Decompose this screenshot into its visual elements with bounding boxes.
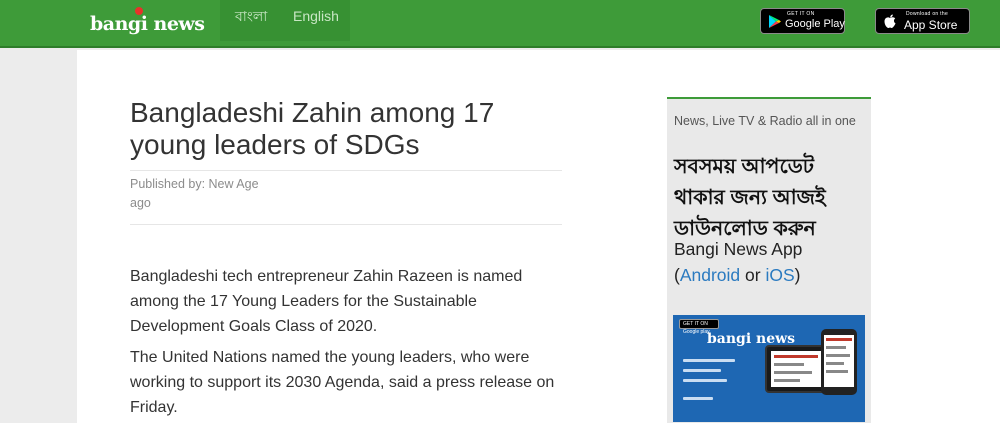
article-paragraph: The United Nations named the young leade… (130, 349, 555, 416)
title-divider (130, 170, 562, 171)
screen-row (826, 370, 848, 373)
tablet-screen (771, 351, 821, 387)
app-download-banner[interactable]: GET IT ON Google play bangi news (673, 315, 865, 422)
banner-google-play-badge: GET IT ON Google play (679, 319, 719, 335)
app-promo-sidebar: News, Live TV & Radio all in one সবসময় … (667, 97, 871, 423)
screen-row (826, 346, 846, 349)
logo-red-dot-icon (135, 7, 143, 15)
screen-row (826, 362, 844, 365)
language-english-link[interactable]: English (293, 0, 339, 41)
app-store-button[interactable]: Download on the App Store (875, 8, 970, 34)
byline-divider (130, 224, 562, 225)
google-play-big-text: Google Play (785, 18, 845, 30)
banner-text-line (683, 359, 735, 362)
promo-platform-links: (Android or iOS) (674, 262, 800, 288)
screen-row (774, 379, 800, 382)
app-store-big-text: App Store (904, 18, 958, 32)
screen-row (826, 354, 850, 357)
google-play-small-text: GET IT ON (787, 11, 815, 17)
or-text: or (745, 265, 761, 285)
promo-bangla-text: সবসময় আপডেট থাকার জন্য আজই ডাউনলোড করুন (674, 155, 826, 240)
paren-close: ) (794, 265, 801, 285)
screen-row (826, 338, 852, 341)
banner-text-line (683, 369, 721, 372)
promo-app-name: Bangi News App (674, 239, 803, 259)
android-link[interactable]: Android (680, 265, 740, 285)
apple-icon (884, 14, 896, 28)
phone-screen (824, 335, 854, 387)
top-navigation-bar: bangi news বাংলা English GET IT ON Googl… (0, 0, 1000, 48)
app-store-small-text: Download on the (906, 11, 949, 17)
tablet-illustration (765, 345, 827, 393)
published-time: ago (130, 196, 151, 210)
screen-row (774, 371, 812, 374)
article-paragraph: Bangladeshi tech entrepreneur Zahin Raze… (130, 268, 523, 335)
screen-row (774, 355, 818, 358)
google-play-icon (769, 15, 781, 28)
ios-link[interactable]: iOS (765, 265, 794, 285)
article-byline: Published by: New Age ago (130, 175, 290, 213)
promo-tagline: News, Live TV & Radio all in one (674, 114, 856, 128)
article-title: Bangladeshi Zahin among 17 young leaders… (130, 97, 495, 160)
google-play-button[interactable]: GET IT ON Google Play (760, 8, 845, 34)
publisher-text: Published by: New Age (130, 177, 259, 191)
phone-illustration (821, 329, 857, 395)
screen-row (774, 363, 804, 366)
logo-text: bangi news (90, 13, 205, 35)
banner-text-line (683, 397, 713, 400)
banner-text-line (683, 379, 727, 382)
site-logo[interactable]: bangi news (90, 7, 205, 38)
